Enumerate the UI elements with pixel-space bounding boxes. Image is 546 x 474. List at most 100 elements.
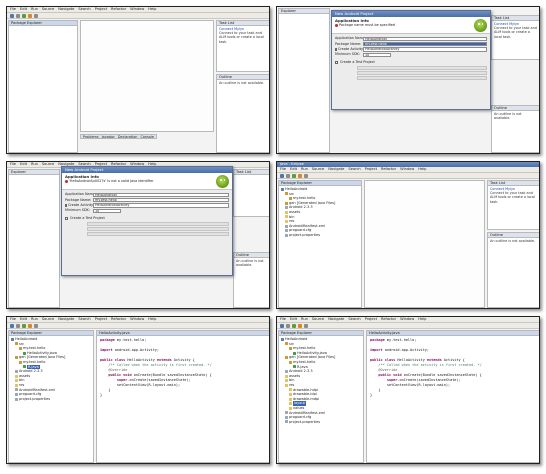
menu-project[interactable]: Project xyxy=(365,317,377,322)
menu-source[interactable]: Source xyxy=(42,162,54,167)
search-icon[interactable] xyxy=(304,323,308,328)
test-project-checkbox[interactable] xyxy=(65,216,68,220)
screenshot-project-tree: Java - Eclipse File Edit Run Source Navigate… xyxy=(276,161,540,309)
menu-run[interactable]: Run xyxy=(301,167,308,172)
run-icon[interactable] xyxy=(292,323,296,328)
menu-source[interactable]: Source xyxy=(312,317,324,322)
menu-window[interactable]: Window xyxy=(400,317,414,322)
menu-help[interactable]: Help xyxy=(418,167,426,172)
project-icon xyxy=(281,187,284,191)
source-code[interactable]: package my.test.hello; import android.ap… xyxy=(97,336,269,400)
menu-refactor[interactable]: Refactor xyxy=(111,7,126,12)
project-tree: HelloAndroid src my.test.hello gen [Generat… xyxy=(279,186,361,239)
dialog-banner: Application Info 'HelloAndroid\u0027s' i… xyxy=(62,173,232,190)
package-explorer-view: Package Explorer xyxy=(8,20,78,153)
tab-javadoc[interactable]: Javadoc xyxy=(102,135,115,139)
view-tab-task-list[interactable]: Task List xyxy=(234,170,269,175)
menu-file[interactable]: File xyxy=(280,167,286,172)
run-icon[interactable] xyxy=(22,13,26,18)
menu-project[interactable]: Project xyxy=(95,7,107,12)
menu-window[interactable]: Window xyxy=(130,7,144,12)
menu-window[interactable]: Window xyxy=(400,167,414,172)
menu-refactor[interactable]: Refactor xyxy=(381,317,396,322)
view-tab-explorer[interactable]: Explorer xyxy=(279,9,329,14)
app-name-field[interactable]: HelloAndroid xyxy=(363,36,487,41)
menu-edit[interactable]: Edit xyxy=(290,317,297,322)
menu-file[interactable]: File xyxy=(10,162,16,167)
source-code[interactable]: package my.test.hello; import android.ap… xyxy=(367,336,539,400)
debug-icon[interactable] xyxy=(28,323,32,328)
app-name-field[interactable]: HelloAndroid xyxy=(93,192,229,197)
menu-refactor[interactable]: Refactor xyxy=(111,317,126,322)
test-project-checkbox[interactable] xyxy=(335,60,338,64)
menu-help[interactable]: Help xyxy=(148,317,156,322)
debug-icon[interactable] xyxy=(28,13,32,18)
view-tab-explorer[interactable]: Explorer xyxy=(9,170,59,175)
package-icon xyxy=(285,356,288,360)
package-field[interactable]: my.test.hello xyxy=(363,41,487,47)
new-icon[interactable] xyxy=(280,323,284,328)
menu-file[interactable]: File xyxy=(280,317,286,322)
search-icon[interactable] xyxy=(34,13,38,18)
new-icon[interactable] xyxy=(10,323,14,328)
menu-run[interactable]: Run xyxy=(31,7,38,12)
menu-project[interactable]: Project xyxy=(365,167,377,172)
save-icon[interactable] xyxy=(286,173,290,178)
menu-run[interactable]: Run xyxy=(301,317,308,322)
menu-project[interactable]: Project xyxy=(95,317,107,322)
menu-edit[interactable]: Edit xyxy=(20,162,27,167)
menu-search[interactable]: Search xyxy=(348,317,360,322)
app-name-label: Application Name: xyxy=(335,36,367,41)
run-icon[interactable] xyxy=(22,323,26,328)
min-sdk-field[interactable]: 10 xyxy=(363,52,391,57)
menu-help[interactable]: Help xyxy=(418,317,426,322)
menu-source[interactable]: Source xyxy=(42,317,54,322)
create-activity-checkbox[interactable] xyxy=(335,47,337,51)
menu-edit[interactable]: Edit xyxy=(20,7,27,12)
save-icon[interactable] xyxy=(286,323,290,328)
tree-item[interactable]: project.properties xyxy=(281,420,361,425)
connect-mylyn-text: Connect to your task and ALM tools or cr… xyxy=(219,31,264,44)
min-sdk-field[interactable]: 10 xyxy=(93,208,121,213)
menu-navigate[interactable]: Navigate xyxy=(328,167,344,172)
debug-icon[interactable] xyxy=(298,323,302,328)
menu-edit[interactable]: Edit xyxy=(20,317,27,322)
search-icon[interactable] xyxy=(34,323,38,328)
package-field[interactable]: my.test.hello xyxy=(93,197,229,203)
new-icon[interactable] xyxy=(10,13,14,18)
tab-console[interactable]: Console xyxy=(140,135,153,139)
tab-declaration[interactable]: Declaration xyxy=(118,135,138,139)
menu-navigate[interactable]: Navigate xyxy=(58,7,74,12)
save-icon[interactable] xyxy=(16,13,20,18)
new-icon[interactable] xyxy=(280,173,284,178)
tree-item[interactable]: project.properties xyxy=(11,397,91,402)
activity-field[interactable]: HelloAndroidActivity xyxy=(363,47,487,52)
menu-file[interactable]: File xyxy=(10,7,16,12)
menu-search[interactable]: Search xyxy=(348,167,360,172)
tab-problems[interactable]: Problems xyxy=(83,135,99,139)
screenshot-new-project-dialog-error: File Edit Run Source Navigate Search Project Re… xyxy=(6,161,270,309)
run-icon[interactable] xyxy=(292,173,296,178)
menu-run[interactable]: Run xyxy=(31,317,38,322)
menu-run[interactable]: Run xyxy=(31,162,38,167)
folder-icon xyxy=(285,219,288,223)
menu-navigate[interactable]: Navigate xyxy=(328,317,344,322)
activity-field[interactable]: HelloAndroidActivity xyxy=(93,203,229,208)
save-icon[interactable] xyxy=(16,323,20,328)
dialog-form: Application Name: HelloAndroid Package Na… xyxy=(332,34,490,83)
view-tab-package-explorer[interactable]: Package Explorer xyxy=(9,21,77,26)
menu-source[interactable]: Source xyxy=(42,7,54,12)
menu-search[interactable]: Search xyxy=(78,317,90,322)
search-icon[interactable] xyxy=(304,173,308,178)
menu-help[interactable]: Help xyxy=(148,7,156,12)
create-activity-checkbox[interactable] xyxy=(65,203,67,207)
tree-item[interactable]: project.properties xyxy=(281,233,359,238)
debug-icon[interactable] xyxy=(298,173,302,178)
menu-edit[interactable]: Edit xyxy=(290,167,297,172)
menu-search[interactable]: Search xyxy=(78,7,90,12)
menu-refactor[interactable]: Refactor xyxy=(381,167,396,172)
menu-source[interactable]: Source xyxy=(312,167,324,172)
menu-window[interactable]: Window xyxy=(130,317,144,322)
menu-navigate[interactable]: Navigate xyxy=(58,317,74,322)
menu-file[interactable]: File xyxy=(10,317,16,322)
